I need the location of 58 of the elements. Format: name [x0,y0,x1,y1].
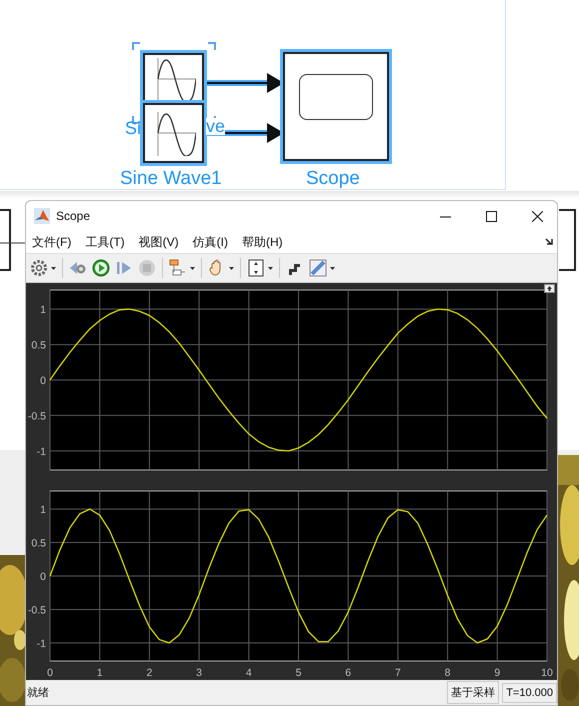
close-icon [532,210,542,222]
sine-wave-block[interactable] [143,103,204,163]
menu-item[interactable]: 工具(T) [85,234,125,250]
step-back-icon [69,259,87,277]
block-outline [0,209,11,271]
window-title: Scope [56,209,90,223]
tick-label: 4 [246,667,252,679]
tick-label: -0.5 [28,410,46,422]
tick-label: -1 [36,446,46,458]
stop-icon [138,259,156,277]
tick-label: 1 [96,667,103,679]
settings-icon [30,259,48,277]
maximize-icon [486,210,496,222]
dock-arrow-icon[interactable] [545,238,553,246]
tick-label: 0 [40,375,46,387]
tick-label: 6 [345,667,352,679]
menu-item[interactable]: 帮助(H) [242,234,283,250]
block-label: Scope [306,168,360,190]
caret-icon [51,266,56,270]
play-icon [92,259,110,277]
tick-label: 0 [47,667,53,679]
tick-label: 7 [394,667,401,679]
block-label: Sine Wave1 [120,168,222,190]
fit-icon [247,259,265,277]
step-forward-icon [115,259,133,277]
peak-logo-icon [34,208,50,224]
block-outline [559,209,576,271]
tick-label: 3 [196,667,202,679]
time-field: T=10.000 [502,682,557,702]
tick-label: 5 [296,667,302,679]
ruler-icon [309,259,327,277]
tick-label: 0.5 [31,340,46,352]
tick-label: 1 [40,504,46,516]
tick-label: 2 [146,667,152,679]
block-tree-icon [169,259,187,277]
menu-item[interactable]: 仿真(I) [192,234,228,250]
caret-icon [330,266,335,270]
caret-icon [229,266,234,270]
menu-item[interactable]: 视图(V) [138,234,179,250]
tick-label: 0.5 [31,538,46,550]
screen-icon [299,74,373,120]
tick-label: 10 [541,667,553,679]
tick-label: 9 [494,667,500,679]
block-label: Si [125,118,142,138]
tick-label: -1 [36,638,46,650]
caret-icon [190,266,195,270]
tick-label: 8 [444,667,451,679]
block-label: ve [206,118,226,135]
tick-label: -0.5 [28,604,46,616]
menu-item[interactable]: 文件(F) [32,234,72,250]
scope-block[interactable] [283,52,389,161]
signal-line [0,242,25,244]
sample-mode-field: 基于采样 [447,681,500,704]
undock-icon[interactable] [544,284,555,293]
tick-label: 1 [40,304,46,316]
tick-label: 0 [40,571,46,583]
status-text: 就绪 [27,686,49,700]
caret-icon [268,266,273,270]
